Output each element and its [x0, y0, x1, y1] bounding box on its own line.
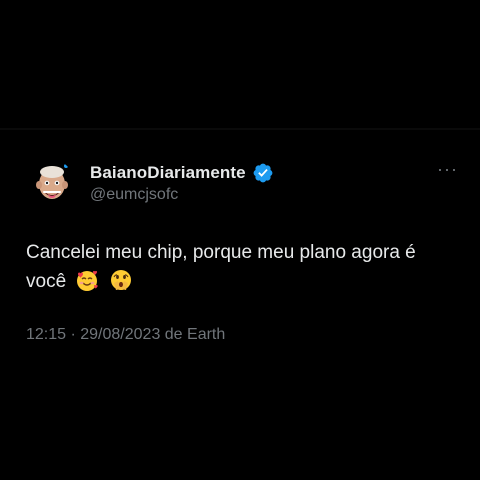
avatar[interactable] — [30, 160, 74, 204]
screen: BaianoDiariamente @eumcjsofc ··· Cancele… — [0, 0, 480, 480]
author-display-name[interactable]: BaianoDiariamente — [90, 163, 246, 183]
tweet-card[interactable]: BaianoDiariamente @eumcjsofc ··· Cancele… — [0, 130, 480, 360]
author-name-row: BaianoDiariamente — [90, 162, 274, 184]
more-options-icon[interactable]: ··· — [437, 160, 458, 178]
smiling-face-with-hearts-icon — [75, 268, 99, 301]
tweet-timestamp[interactable]: 12:15 · 29/08/2023 de Earth — [26, 326, 225, 344]
memoji-avatar-icon — [30, 160, 74, 204]
face-with-open-eyes-and-hand-over-mouth-icon — [109, 268, 133, 301]
tweet-text: Cancelei meu chip, porque meu plano agor… — [26, 238, 460, 301]
author-handle[interactable]: @eumcjsofc — [90, 186, 178, 204]
verified-badge-icon — [252, 162, 274, 184]
